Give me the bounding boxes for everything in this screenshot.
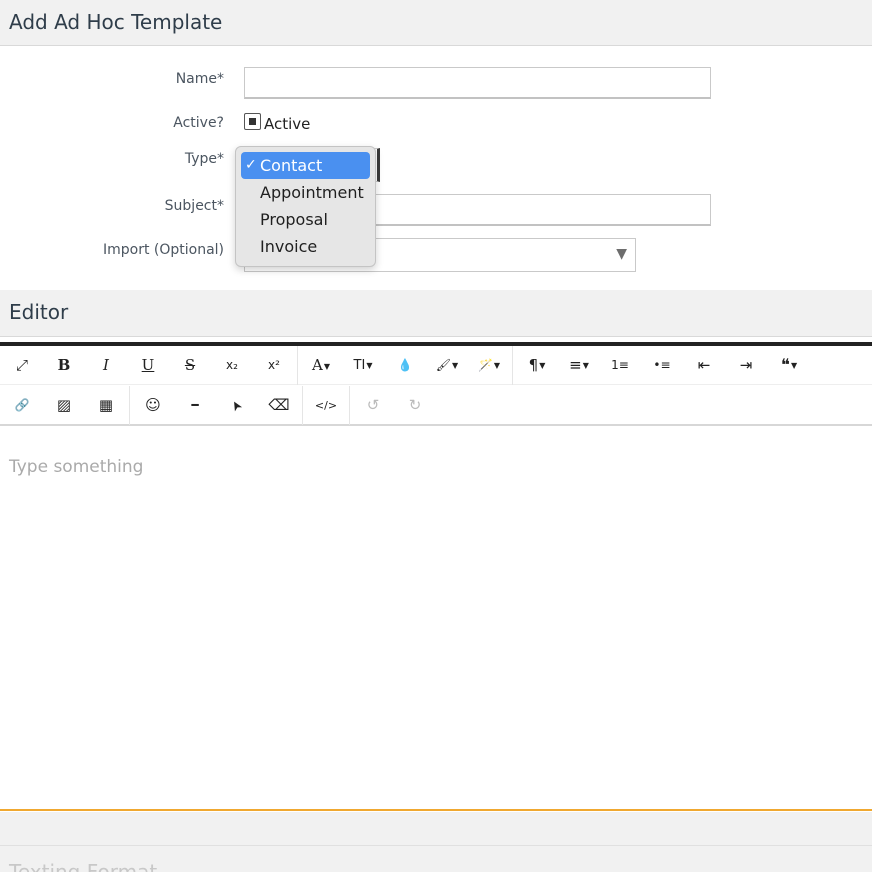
- active-checkbox[interactable]: [244, 113, 261, 130]
- type-option-label: Appointment: [260, 183, 364, 202]
- undo-icon[interactable]: ↺: [352, 386, 394, 425]
- type-option-proposal[interactable]: Proposal: [241, 206, 370, 233]
- editor-toolbar-row-2: 🔗 ▨ ▦ ☺ ━ ➤ ⌫ </> ↺ ↻: [0, 386, 872, 426]
- subscript-icon[interactable]: x₂: [211, 346, 253, 385]
- paint-brush-dropdown[interactable]: 🖌▼: [426, 346, 468, 385]
- strikethrough-icon[interactable]: S: [169, 346, 211, 385]
- type-option-appointment[interactable]: Appointment: [241, 179, 370, 206]
- type-option-label: Invoice: [260, 237, 318, 256]
- quote-icon: ❝: [780, 355, 790, 376]
- outdent-icon[interactable]: ⇤: [683, 346, 725, 385]
- toolbar-divider: [129, 386, 130, 425]
- editor-toolbar-row-1: ⤢ B I U S x₂ x² A▼ TI▼ 💧 🖌▼ 🪄▼ ¶▼ ≡▼ 1≡ …: [0, 346, 872, 385]
- superscript-icon[interactable]: x²: [253, 346, 295, 385]
- table-icon[interactable]: ▦: [85, 386, 127, 425]
- ordered-list-icon[interactable]: 1≡: [599, 346, 641, 385]
- type-label: Type*: [184, 151, 224, 167]
- type-dropdown-menu: ✓ Contact Appointment Proposal Invoice: [235, 146, 376, 267]
- page-title: Add Ad Hoc Template: [0, 0, 872, 46]
- toolbar-divider: [297, 346, 298, 385]
- editor-placeholder: Type something: [9, 457, 144, 477]
- type-option-contact[interactable]: ✓ Contact: [241, 152, 370, 179]
- dropdown-arrow-icon: ▼: [616, 246, 627, 262]
- type-option-invoice[interactable]: Invoice: [241, 233, 370, 260]
- paragraph-dropdown[interactable]: ¶▼: [516, 346, 558, 385]
- color-drop-icon[interactable]: 💧: [384, 346, 426, 385]
- editor-section-title: Editor: [0, 290, 872, 337]
- quote-dropdown[interactable]: ❝▼: [768, 346, 810, 385]
- indent-icon[interactable]: ⇥: [725, 346, 767, 385]
- name-label: Name*: [175, 71, 224, 87]
- type-option-label: Contact: [260, 156, 323, 175]
- redo-icon[interactable]: ↻: [394, 386, 436, 425]
- font-family-icon: A: [312, 356, 323, 374]
- active-checkbox-label[interactable]: Active: [264, 115, 310, 133]
- fullscreen-icon[interactable]: ⤢: [1, 346, 43, 385]
- align-dropdown[interactable]: ≡▼: [558, 346, 600, 385]
- bold-icon[interactable]: B: [43, 346, 85, 385]
- link-icon[interactable]: 🔗: [1, 386, 43, 425]
- italic-icon[interactable]: I: [85, 346, 127, 385]
- eraser-icon[interactable]: ⌫: [258, 386, 300, 425]
- paragraph-icon: ¶: [528, 356, 539, 374]
- subject-label: Subject*: [164, 198, 224, 214]
- toolbar-divider: [512, 346, 513, 385]
- align-icon: ≡: [569, 356, 582, 374]
- import-label: Import (Optional): [102, 242, 224, 258]
- checkbox-check-mark: [249, 118, 256, 125]
- font-family-dropdown[interactable]: A▼: [300, 346, 342, 385]
- font-size-dropdown[interactable]: TI▼: [342, 346, 384, 385]
- texting-format-section: Texting Format: [0, 812, 872, 872]
- name-input[interactable]: [244, 67, 711, 99]
- editor-content-area[interactable]: Type something: [0, 427, 872, 811]
- unordered-list-icon[interactable]: •≡: [641, 346, 683, 385]
- magic-wand-icon: 🪄: [477, 358, 493, 372]
- horizontal-rule-icon[interactable]: ━: [174, 386, 216, 425]
- section-divider: [0, 845, 872, 846]
- underline-icon[interactable]: U: [127, 346, 169, 385]
- emoji-icon[interactable]: ☺: [132, 386, 174, 425]
- code-view-icon[interactable]: </>: [305, 386, 347, 425]
- magic-wand-dropdown[interactable]: 🪄▼: [468, 346, 510, 385]
- toolbar-divider: [302, 386, 303, 425]
- paint-brush-icon: 🖌: [435, 358, 452, 372]
- active-label: Active?: [173, 115, 224, 131]
- type-option-label: Proposal: [260, 210, 328, 229]
- texting-format-title: Texting Format: [9, 860, 158, 872]
- toolbar-divider: [349, 386, 350, 425]
- checkmark-icon: ✓: [245, 157, 257, 173]
- pointer-icon[interactable]: ➤: [210, 378, 265, 434]
- font-size-icon: TI: [353, 358, 366, 373]
- image-icon[interactable]: ▨: [43, 386, 85, 425]
